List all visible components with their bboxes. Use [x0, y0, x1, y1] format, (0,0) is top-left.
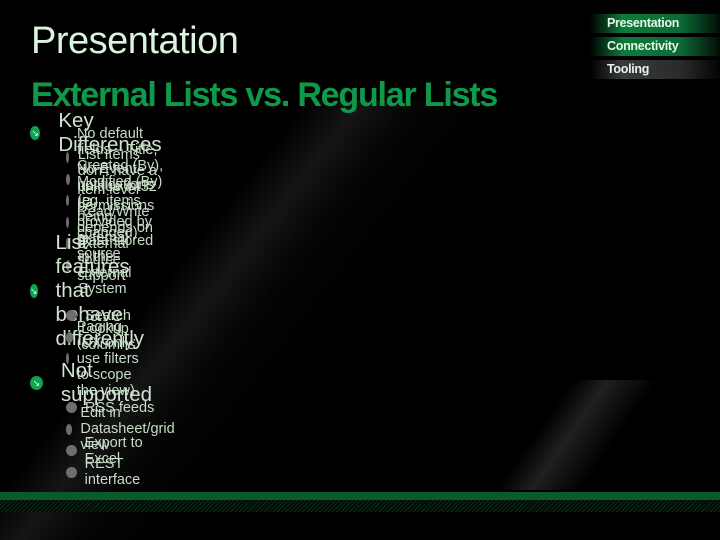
arrow-bullet-icon: ↘ — [30, 284, 38, 298]
bullet-dot-icon — [66, 331, 74, 343]
bullet-list: RSS feeds Edit in Datasheet/grid view Ex… — [66, 397, 179, 488]
bullet-dot-icon — [66, 216, 69, 228]
footer-hatch-pattern — [0, 500, 720, 512]
section-behave-differently: ↘ List features that behave differently … — [30, 231, 151, 399]
bullet-dot-icon — [66, 423, 73, 435]
bullet-dot-icon — [66, 402, 77, 414]
arrow-bullet-icon: ↘ — [30, 376, 43, 390]
list-item: REST interface — [66, 456, 179, 488]
bullet-dot-icon — [66, 195, 70, 207]
bullet-dot-icon — [66, 173, 70, 185]
bullet-dot-icon — [66, 466, 77, 478]
section-not-supported: ↘ Not supported RSS feeds Edit in Datash… — [30, 359, 179, 488]
bullet-dot-icon — [66, 152, 69, 164]
footer-green-bar — [0, 492, 720, 500]
nav-item-connectivity[interactable]: Connectivity — [590, 37, 720, 56]
slide-title: Presentation — [31, 20, 239, 62]
nav-item-presentation[interactable]: Presentation — [590, 14, 720, 33]
arrow-bullet-icon: ↘ — [30, 126, 41, 140]
bullet-dot-icon — [66, 445, 77, 457]
section-nav: Presentation Connectivity Tooling — [590, 14, 720, 83]
list-item-text: REST interface — [84, 456, 141, 489]
background-swoosh-lower — [300, 380, 720, 490]
nav-item-tooling[interactable]: Tooling — [590, 60, 720, 79]
